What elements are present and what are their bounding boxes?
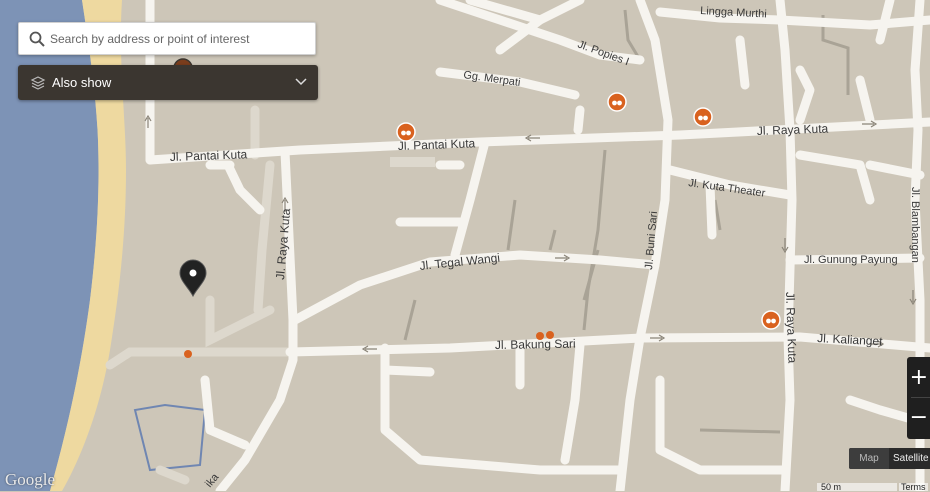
- street-label: Jl. Raya Kuta: [783, 292, 799, 364]
- scale-bar: 50 m: [817, 483, 897, 492]
- dot-icon[interactable]: [536, 332, 544, 340]
- street-label: Jl. Gunung Payung: [804, 254, 898, 266]
- street-label: Jl. Blambangan: [909, 187, 921, 263]
- map-type-satellite-button[interactable]: Satellite: [893, 448, 929, 469]
- google-logo: Google: [5, 470, 56, 489]
- search-input[interactable]: [49, 23, 312, 54]
- zoom-in-button[interactable]: +: [907, 359, 930, 397]
- binoculars-icon[interactable]: [761, 310, 781, 330]
- building-block: [390, 157, 435, 167]
- dot-icon[interactable]: [184, 350, 192, 358]
- chevron-down-icon: [295, 78, 307, 86]
- binoculars-icon[interactable]: [396, 122, 416, 142]
- search-icon: [29, 31, 45, 47]
- also-show-label: Also show: [52, 75, 112, 90]
- street-label: Jl. Raya Kuta: [757, 122, 829, 138]
- zoom-out-button[interactable]: −: [907, 399, 930, 437]
- terms-link[interactable]: Terms: [899, 483, 928, 492]
- layers-icon: [30, 76, 46, 90]
- also-show-dropdown[interactable]: Also show: [18, 65, 318, 100]
- street-label: Jl. Pantai Kuta: [170, 147, 248, 164]
- zoom-divider: [911, 397, 930, 398]
- map-type-control: Map Satellite: [849, 448, 930, 469]
- binoculars-icon[interactable]: [693, 107, 713, 127]
- street-label: Jl. Bakung Sari: [495, 337, 576, 352]
- binoculars-icon[interactable]: [607, 92, 627, 112]
- dot-icon[interactable]: [546, 331, 554, 339]
- map-type-map-button[interactable]: Map: [849, 448, 889, 469]
- zoom-control: + −: [907, 357, 930, 439]
- search-box[interactable]: [18, 22, 316, 55]
